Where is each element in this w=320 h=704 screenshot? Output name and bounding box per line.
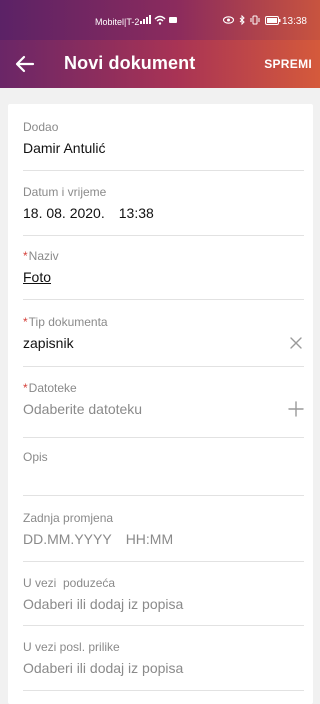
required-marker: * [23,315,28,329]
time-value[interactable]: 13:38 [119,205,154,221]
document-form: Dodao Damir Antulić Datum i vrijeme 18. … [8,104,313,704]
added-by-label: Dodao [23,120,59,134]
document-type-field[interactable]: *Tip dokumenta zapisnik [23,315,304,353]
divider [23,366,304,367]
camera-icon [169,17,177,23]
added-by-field: Dodao Damir Antulić [23,120,304,158]
files-label: Datoteke [28,381,77,395]
divider [23,561,304,562]
status-time: 13:38 [281,16,307,27]
bluetooth-icon [239,15,245,25]
description-field[interactable]: Opis [23,450,304,496]
name-label: Naziv [28,249,59,263]
vibrate-icon [250,15,260,25]
last-change-time-input[interactable]: HH:MM [126,531,173,547]
datetime-label: Datum i vrijeme [23,185,107,199]
divider [23,690,304,691]
status-icons [223,15,281,25]
company-picker[interactable]: Odaberi ili dodaj iz popisa [23,596,304,614]
opportunity-picker[interactable]: Odaberi ili dodaj iz popisa [23,660,304,678]
arrow-left-icon[interactable] [14,53,36,75]
datetime-field[interactable]: Datum i vrijeme 18. 08. 2020. 13:38 [23,185,304,223]
company-field[interactable]: U vezi poduzeća Odaberi ili dodaj iz pop… [23,576,304,614]
divider [23,235,304,236]
divider [23,299,304,300]
description-label: Opis [23,450,48,464]
status-bar: Mobitel|T-2 13:38 [0,0,320,40]
description-input[interactable] [23,470,304,496]
opportunity-field[interactable]: U vezi posl. prilike Odaberi ili dodaj i… [23,640,304,678]
app-bar: Novi dokument SPREMI [0,40,320,88]
plus-icon[interactable] [288,401,304,417]
last-change-label: Zadnja promjena [23,511,114,525]
files-field[interactable]: *Datoteke Odaberite datoteku [23,381,304,419]
page-title: Novi dokument [64,53,196,73]
divider [23,437,304,438]
carrier-name: Mobitel|T-2 [95,17,140,27]
required-marker: * [23,381,28,395]
date-value[interactable]: 18. 08. 2020. [23,205,105,221]
wifi-icon [154,15,166,25]
company-label: U vezi poduzeća [23,576,116,590]
required-marker: * [23,249,28,263]
document-type-label: Tip dokumenta [28,315,108,329]
name-input[interactable]: Foto [23,269,304,287]
battery-icon [265,15,281,25]
divider [23,625,304,626]
document-type-select[interactable]: zapisnik [23,335,304,353]
last-change-field[interactable]: Zadnja promjena DD.MM.YYYY HH:MM [23,511,304,549]
eye-icon [223,16,234,24]
added-by-value: Damir Antulić [23,140,106,156]
last-change-value[interactable]: DD.MM.YYYY HH:MM [23,531,304,549]
datetime-value[interactable]: 18. 08. 2020. 13:38 [23,205,304,223]
opportunity-label: U vezi posl. prilike [23,640,120,654]
clear-icon[interactable] [288,335,304,351]
signal-icon [140,15,151,24]
files-picker[interactable]: Odaberite datoteku [23,401,304,419]
name-field[interactable]: *Naziv Foto [23,249,304,287]
divider [23,495,304,496]
divider [23,170,304,171]
last-change-date-input[interactable]: DD.MM.YYYY [23,531,112,547]
save-button[interactable]: SPREMI [264,57,312,71]
